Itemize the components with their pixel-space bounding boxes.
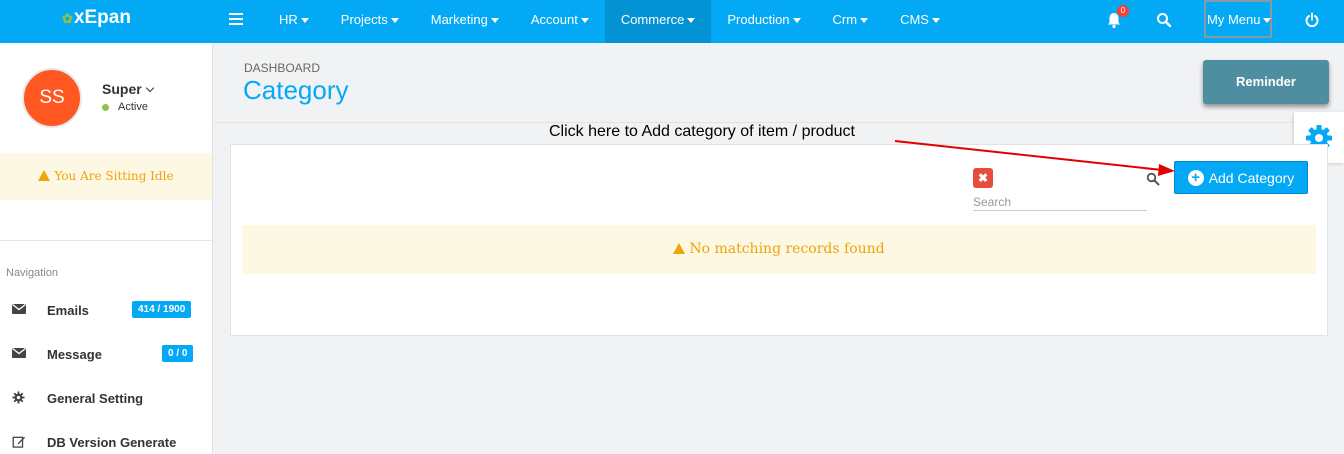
avatar[interactable]: SS (22, 68, 82, 128)
caret-down-icon (580, 18, 589, 24)
sidebar-item-general-setting[interactable]: General Setting (0, 385, 212, 411)
caret-down-icon (300, 18, 309, 24)
sidebar-item-label: Emails (47, 303, 89, 318)
annotation-callout-text: Click here to Add category of item / pro… (549, 123, 855, 140)
chevron-down-icon (145, 83, 154, 93)
leaf-icon: ✿ (62, 11, 73, 26)
top-navbar: ✿xEpan HR Projects Marketing Account Com… (0, 0, 1344, 43)
add-category-label: Add Category (1208, 169, 1295, 186)
my-menu-dropdown[interactable]: My Menu (1204, 0, 1272, 38)
user-status: Active (118, 101, 148, 113)
caret-down-icon (931, 18, 940, 24)
sidebar-item-label: DB Version Generate (47, 435, 177, 450)
menu-item-label: Crm (832, 12, 858, 27)
add-category-button[interactable]: + Add Category (1174, 161, 1308, 194)
menu-item-crm[interactable]: Crm (817, 0, 885, 43)
menu-item-production[interactable]: Production (711, 0, 816, 43)
sidebar-item-label: Message (47, 347, 102, 362)
menu-item-marketing[interactable]: Marketing (415, 0, 515, 43)
menu-item-commerce[interactable]: Commerce (604, 0, 712, 43)
warning-icon (38, 170, 51, 181)
main-menu: HR Projects Marketing Account Commerce P… (263, 0, 956, 43)
idle-message: You Are Sitting Idle (54, 169, 174, 183)
search-icon[interactable] (1156, 12, 1172, 28)
idle-alert: You Are Sitting Idle (0, 153, 212, 200)
menu-item-account[interactable]: Account (515, 0, 605, 43)
caret-down-icon (687, 18, 696, 24)
menu-item-label: Commerce (620, 12, 685, 27)
hamburger-menu-icon[interactable] (229, 10, 245, 32)
user-name-dropdown[interactable]: Super (102, 81, 154, 97)
my-menu-label: My Menu (1207, 12, 1261, 27)
plus-circle-icon: + (1187, 169, 1204, 186)
gear-icon (12, 391, 25, 404)
caret-down-icon (792, 18, 801, 24)
menu-item-label: Production (727, 12, 790, 27)
user-name: Super (102, 81, 142, 97)
power-icon[interactable] (1304, 12, 1320, 28)
nav-heading: Navigation (6, 267, 58, 279)
edit-icon (12, 436, 26, 448)
empty-message: No matching records found (689, 241, 885, 257)
menu-item-projects[interactable]: Projects (325, 0, 415, 43)
message-count-badge: 0 / 0 (162, 345, 194, 362)
logo-text: xEpan (73, 7, 131, 28)
notification-count-badge: 0 (1117, 5, 1129, 17)
envelope-icon (12, 347, 26, 358)
app-logo[interactable]: ✿xEpan (62, 7, 131, 29)
empty-state-alert: No matching records found (242, 225, 1316, 274)
caret-down-icon (390, 18, 399, 24)
sidebar-item-message[interactable]: Message 0 / 0 (0, 341, 212, 367)
menu-item-label: HR (279, 12, 298, 27)
search-icon[interactable] (1146, 172, 1160, 186)
status-dot-icon (102, 104, 109, 111)
menu-item-cms[interactable]: CMS (884, 0, 956, 43)
warning-icon (673, 243, 686, 254)
page-title: Category (243, 75, 349, 105)
caret-down-icon (1263, 18, 1272, 24)
menu-item-label: Marketing (430, 12, 488, 27)
menu-item-label: Projects (340, 12, 388, 27)
clear-search-button[interactable]: ✖ (973, 168, 993, 188)
caret-down-icon (860, 18, 869, 24)
reminder-button[interactable]: Reminder (1203, 60, 1329, 104)
email-count-badge: 414 / 1900 (132, 301, 192, 318)
envelope-icon (12, 303, 26, 314)
breadcrumb[interactable]: DASHBOARD (244, 61, 320, 75)
divider (0, 240, 212, 241)
sidebar: SS Super Active You Are Sitting Idle Nav… (0, 43, 213, 454)
sidebar-item-emails[interactable]: Emails 414 / 1900 (0, 297, 212, 323)
search-input[interactable] (973, 193, 1147, 211)
menu-item-label: Account (530, 12, 578, 27)
sidebar-item-label: General Setting (47, 391, 144, 406)
sidebar-item-db-version-generate[interactable]: DB Version Generate (0, 429, 212, 454)
menu-item-hr[interactable]: HR (263, 0, 325, 43)
menu-item-label: CMS (900, 12, 929, 27)
caret-down-icon (490, 18, 499, 24)
